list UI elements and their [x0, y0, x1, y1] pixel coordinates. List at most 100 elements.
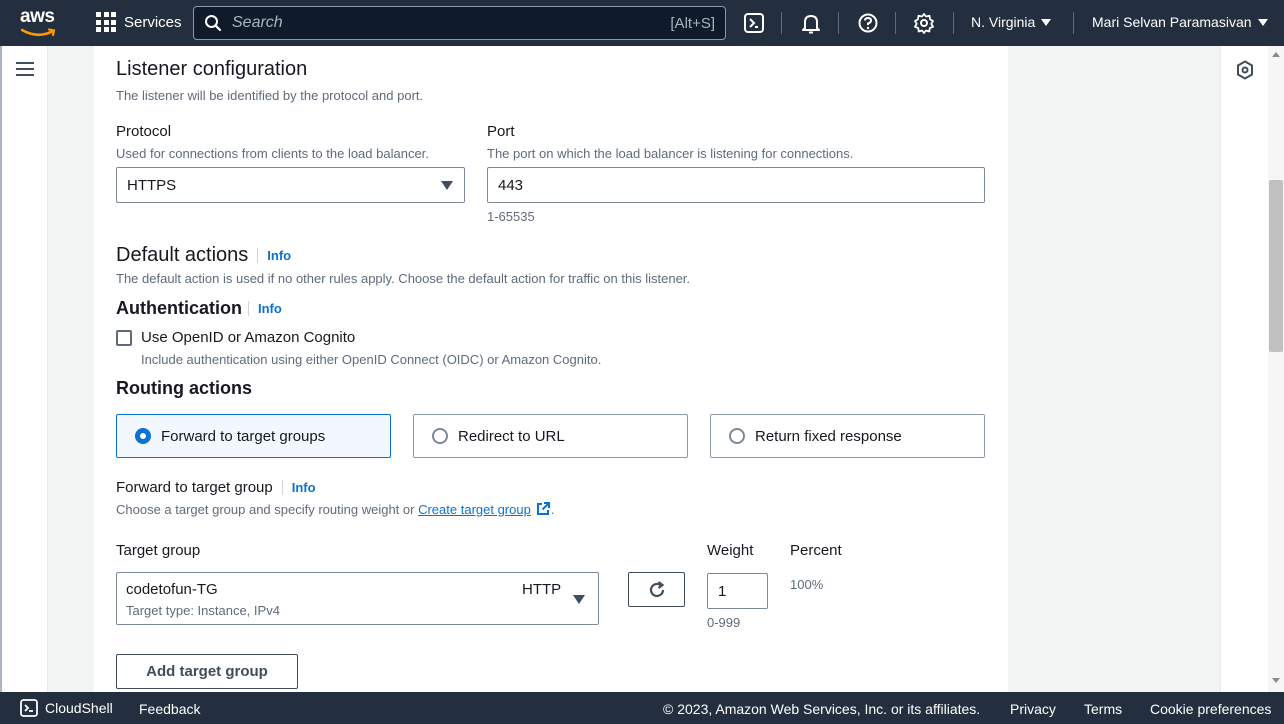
search-icon [205, 15, 222, 32]
port-constraint: 1-65535 [487, 209, 535, 224]
tools-panel [1220, 46, 1268, 692]
notifications-bell-icon [802, 15, 820, 34]
settings-gear-icon [914, 13, 934, 34]
caret-down-icon [441, 181, 453, 190]
target-group-protocol: HTTP [522, 581, 562, 598]
port-input[interactable] [487, 167, 985, 203]
terms-link[interactable]: Terms [1084, 701, 1122, 717]
search-input[interactable] [232, 14, 671, 32]
help-icon [858, 13, 878, 33]
external-link-icon[interactable] [535, 501, 551, 517]
hamburger-menu-icon[interactable] [16, 62, 34, 76]
copyright-text: © 2023, Amazon Web Services, Inc. or its… [663, 701, 981, 717]
topbar-divider [838, 12, 839, 34]
authentication-title: Authentication [116, 298, 242, 318]
aws-logo[interactable]: aws [20, 7, 60, 38]
default-actions-title: Default actions [116, 244, 249, 266]
protocol-label: Protocol [116, 123, 172, 140]
scroll-down-arrow[interactable] [1272, 678, 1280, 683]
caret-down-icon [1257, 18, 1268, 26]
topbar-divider [1073, 12, 1074, 34]
forward-info-link[interactable]: Info [281, 480, 316, 495]
radio-icon[interactable] [729, 428, 745, 444]
target-group-select[interactable]: codetofun-TG Target type: Instance, IPv4… [116, 572, 599, 625]
refresh-icon [649, 580, 664, 597]
forward-description: Choose a target group and specify routin… [116, 501, 555, 517]
page-scrollbar[interactable] [1268, 46, 1284, 692]
listener-description: The listener will be identified by the p… [116, 88, 424, 103]
weight-input[interactable] [707, 573, 768, 609]
create-target-group-link[interactable]: Create target group [418, 502, 531, 517]
target-group-type: Target type: Instance, IPv4 [126, 603, 280, 618]
port-description: The port on which the load balancer is l… [487, 146, 854, 161]
search-shortcut: [Alt+S] [670, 14, 715, 32]
content-gutter-left [48, 46, 94, 692]
target-group-name: codetofun-TG [126, 581, 218, 598]
routing-option-label: Return fixed response [755, 427, 902, 445]
default-actions-description: The default action is used if no other r… [116, 271, 691, 286]
cloudshell-icon [744, 13, 764, 33]
caret-down-icon [573, 595, 585, 604]
routing-option-label: Redirect to URL [458, 427, 565, 445]
help-button[interactable] [856, 11, 880, 35]
forward-header: Forward to target group Info [116, 479, 316, 496]
port-label: Port [487, 123, 515, 140]
protocol-value: HTTPS [127, 176, 177, 194]
routing-option-redirect[interactable]: Redirect to URL [413, 414, 688, 458]
settings-button[interactable] [912, 11, 936, 35]
topbar-divider [953, 12, 954, 34]
search-box[interactable]: [Alt+S] [193, 6, 726, 40]
protocol-description: Used for connections from clients to the… [116, 146, 429, 161]
default-actions-header: Default actions Info [116, 244, 291, 267]
topbar-divider [781, 12, 782, 34]
target-group-label: Target group [116, 542, 201, 559]
region-selector[interactable]: N. Virginia [971, 14, 1052, 30]
routing-actions-title: Routing actions [116, 378, 252, 398]
percent-label: Percent [790, 542, 842, 559]
region-label: N. Virginia [971, 14, 1036, 30]
notifications-button[interactable] [799, 11, 823, 35]
cookie-preferences-link[interactable]: Cookie preferences [1150, 701, 1271, 717]
default-actions-info-link[interactable]: Info [257, 248, 291, 263]
add-target-group-button[interactable]: Add target group [116, 654, 298, 689]
radio-selected-icon[interactable] [135, 428, 151, 444]
caret-down-icon [1041, 18, 1052, 26]
openid-cognito-label[interactable]: Use OpenID or Amazon Cognito [141, 329, 355, 346]
authentication-info-link[interactable]: Info [248, 301, 282, 316]
services-menu[interactable]: Services [96, 12, 182, 32]
listener-card: Listener configuration The listener will… [94, 46, 1008, 692]
services-grid-icon [96, 12, 116, 32]
user-name: Mari Selvan Paramasivan [1092, 14, 1252, 30]
footer-bar: CloudShell Feedback © 2023, Amazon Web S… [0, 692, 1284, 724]
scrollbar-thumb[interactable] [1269, 180, 1283, 352]
user-menu[interactable]: Mari Selvan Paramasivan [1092, 14, 1268, 30]
weight-constraint: 0-999 [707, 615, 741, 630]
percent-value: 100% [790, 577, 824, 592]
routing-option-label: Forward to target groups [161, 427, 326, 445]
content-gutter-right [1008, 46, 1220, 692]
privacy-link[interactable]: Privacy [1010, 701, 1056, 717]
tools-panel-icon[interactable] [1236, 60, 1254, 80]
protocol-select[interactable]: HTTPS [116, 167, 465, 203]
authentication-header: Authentication Info [116, 298, 282, 319]
cloudshell-button[interactable] [742, 11, 766, 35]
services-label: Services [124, 13, 182, 31]
scroll-up-arrow[interactable] [1272, 52, 1280, 57]
cloudshell-label: CloudShell [45, 700, 113, 716]
forward-title: Forward to target group [116, 479, 273, 496]
routing-option-fixed-response[interactable]: Return fixed response [710, 414, 985, 458]
cloudshell-footer-button[interactable]: CloudShell [20, 699, 113, 717]
weight-label: Weight [707, 542, 754, 559]
cloudshell-icon [20, 699, 38, 717]
listener-title: Listener configuration [116, 58, 308, 80]
openid-cognito-description: Include authentication using either Open… [141, 352, 602, 367]
topbar-divider [895, 12, 896, 34]
aws-smile-icon [21, 28, 56, 37]
openid-cognito-checkbox[interactable] [116, 330, 132, 346]
left-navigation [0, 46, 48, 692]
radio-icon[interactable] [432, 428, 448, 444]
routing-option-forward[interactable]: Forward to target groups [116, 414, 391, 458]
refresh-button[interactable] [628, 572, 685, 607]
top-navigation-bar: aws Services [Alt+S] [0, 0, 1284, 46]
feedback-link[interactable]: Feedback [139, 701, 200, 717]
